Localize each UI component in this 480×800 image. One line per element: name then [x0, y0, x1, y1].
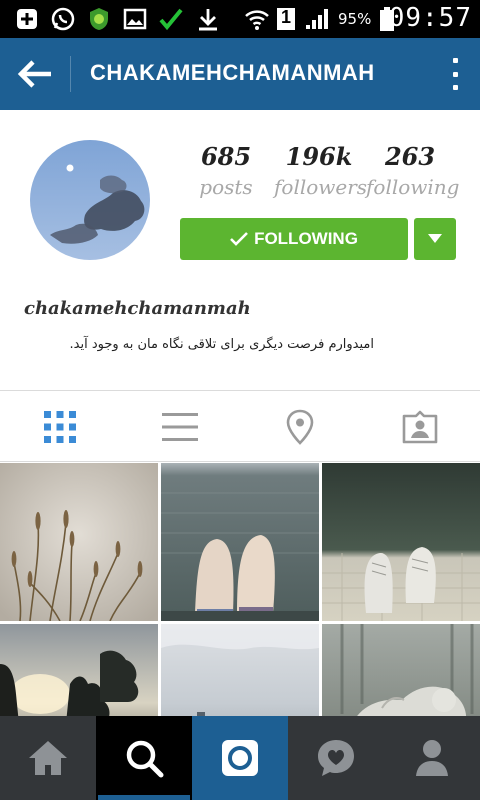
photo-thumbnail[interactable] [161, 463, 319, 621]
nav-active-indicator [98, 795, 190, 800]
app-bar-divider [70, 56, 71, 92]
profile-view-tabs [0, 390, 480, 462]
list-icon [162, 413, 198, 441]
photo-thumbnail[interactable] [0, 463, 158, 621]
nav-profile[interactable] [384, 716, 480, 800]
status-bar: 1 95% 09:57 [0, 0, 480, 38]
app-bar: CHAKAMEHCHAMANMAH [0, 38, 480, 110]
signal-icon [304, 7, 332, 31]
camera-icon [222, 740, 258, 776]
nav-search[interactable] [96, 716, 192, 800]
nav-activity[interactable] [288, 716, 384, 800]
nav-camera[interactable] [192, 716, 288, 800]
photo-thumbnail[interactable] [0, 624, 158, 716]
nav-home[interactable] [0, 716, 96, 800]
stat-followers[interactable]: 196k followers [274, 142, 368, 199]
activity-heart-icon [318, 740, 354, 776]
photo-thumbnail[interactable] [161, 624, 319, 716]
home-icon [29, 741, 67, 775]
tab-grid[interactable] [0, 391, 120, 463]
checkmark-icon [230, 232, 248, 246]
tab-location[interactable] [240, 391, 360, 463]
sim-badge-label: 1 [281, 7, 292, 27]
whatsapp-icon [50, 7, 76, 31]
caret-down-icon [428, 234, 442, 243]
location-pin-icon [286, 409, 314, 445]
shield-app-icon [86, 7, 112, 31]
back-button[interactable] [10, 50, 60, 98]
photo-thumbnail[interactable] [322, 463, 480, 621]
following-count: 263 [384, 142, 436, 171]
followers-count: 196k [285, 142, 353, 171]
download-icon [196, 7, 220, 31]
overflow-menu-button[interactable] [448, 54, 462, 94]
back-arrow-icon [17, 60, 51, 88]
grid-icon [44, 411, 76, 443]
followers-label: followers [274, 175, 368, 199]
status-time: 09:57 [388, 3, 472, 33]
photo-grid [0, 463, 480, 716]
bottom-navigation [0, 716, 480, 800]
follow-options-dropdown-button[interactable] [414, 218, 456, 260]
photo-thumbnail[interactable] [322, 624, 480, 716]
page-title: CHAKAMEHCHAMANMAH [90, 60, 375, 85]
profile-username: chakamehchamanmah [24, 298, 251, 319]
wifi-icon [244, 7, 270, 31]
overflow-dot-icon [452, 71, 458, 77]
overflow-dot-icon [452, 58, 458, 63]
battery-percent: 95% [338, 10, 372, 28]
check-mark-icon [158, 7, 184, 31]
profile-bio: امیدوارم فرصت دیگری برای تلاقی نگاه مان … [69, 337, 375, 352]
stat-posts: 685 posts [198, 142, 254, 199]
search-icon [126, 740, 164, 778]
add-notification-icon [14, 7, 40, 31]
following-button[interactable]: FOLLOWING [180, 218, 408, 260]
tab-list[interactable] [120, 391, 240, 463]
following-label: following [366, 175, 460, 199]
stat-following[interactable]: 263 following [366, 142, 460, 199]
overflow-dot-icon [452, 85, 458, 90]
avatar[interactable] [30, 140, 150, 260]
tab-tagged[interactable] [360, 391, 480, 463]
posts-count: 685 [200, 142, 252, 171]
profile-icon [416, 740, 448, 776]
posts-label: posts [199, 175, 253, 199]
sim-badge-icon: 1 [276, 7, 296, 31]
gallery-icon [122, 7, 148, 31]
following-button-label: FOLLOWING [254, 229, 358, 248]
tagged-user-icon [402, 410, 438, 444]
